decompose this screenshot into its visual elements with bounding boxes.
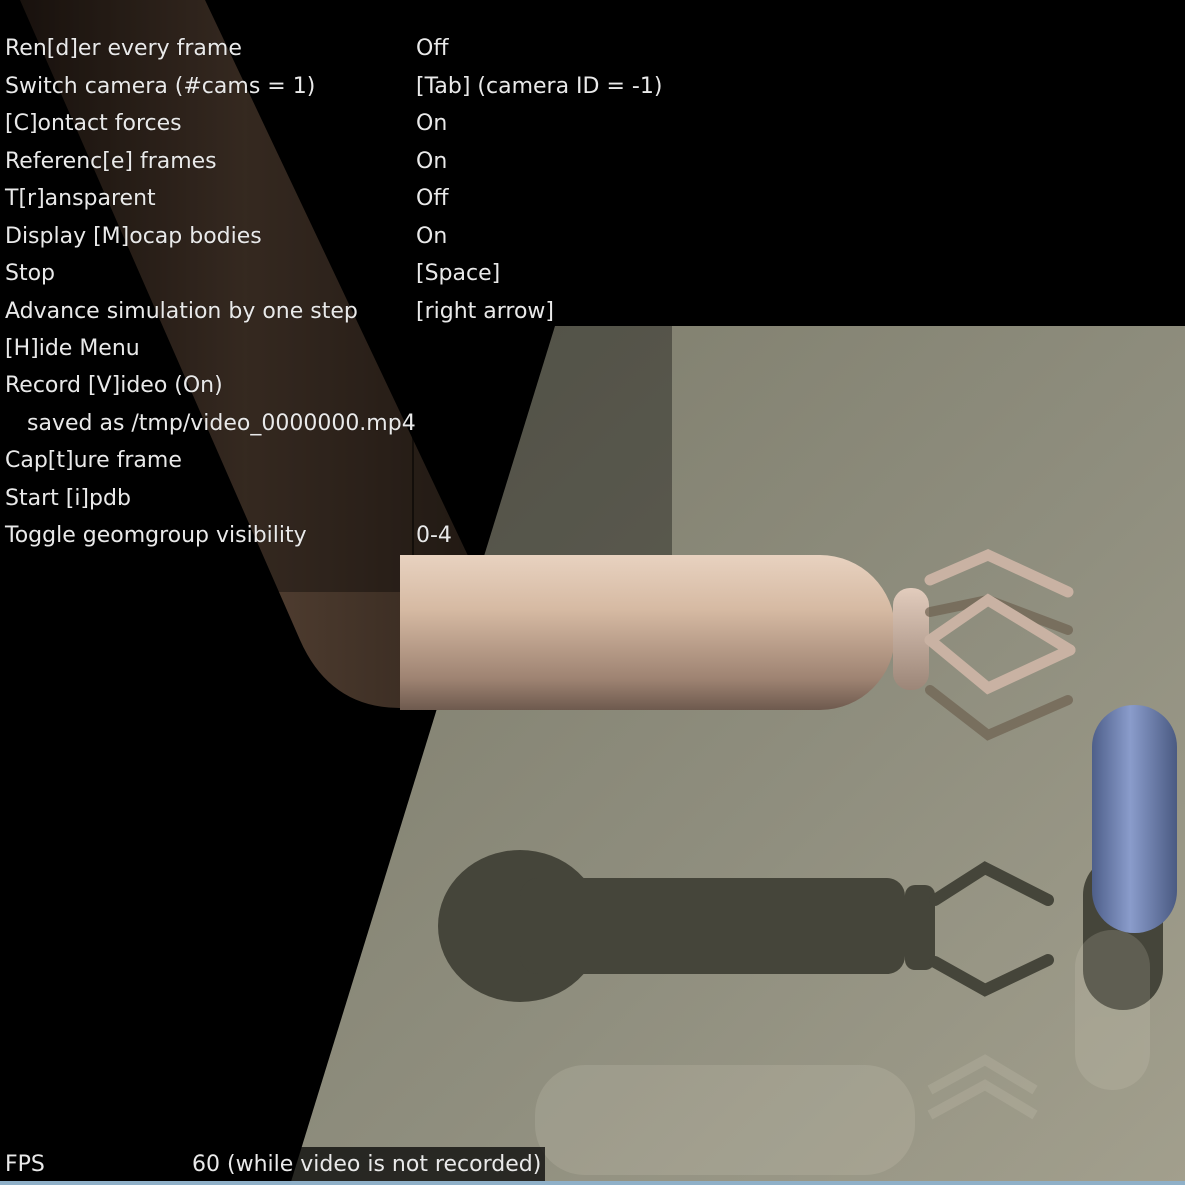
menu-item-reference-frames[interactable]: Referenc[e] frames On bbox=[0, 147, 700, 177]
menu-label: Referenc[e] frames bbox=[5, 149, 217, 174]
menu-value: Off bbox=[416, 36, 449, 61]
target-object bbox=[1092, 705, 1177, 933]
menu-label: Toggle geomgroup visibility bbox=[5, 523, 307, 548]
menu-label: Switch camera (#cams = 1) bbox=[5, 74, 316, 99]
menu-label: Cap[t]ure frame bbox=[5, 448, 182, 473]
menu-label: [C]ontact forces bbox=[5, 111, 182, 136]
menu-label: Stop bbox=[5, 261, 56, 286]
fps-status-bar: FPS 60 (while video is not recorded) bbox=[0, 1147, 545, 1183]
menu-item-stop[interactable]: Stop [Space] bbox=[0, 259, 700, 289]
menu-item-start-ipdb[interactable]: Start [i]pdb bbox=[0, 484, 700, 514]
menu-label: saved as /tmp/video_0000000.mp4 bbox=[27, 411, 416, 436]
bottom-border bbox=[0, 1181, 1185, 1185]
scene-render bbox=[0, 0, 1185, 1185]
menu-label: Start [i]pdb bbox=[5, 486, 131, 511]
menu-label: Record [V]ideo (On) bbox=[5, 373, 223, 398]
fps-value: 60 (while video is not recorded) bbox=[192, 1152, 542, 1177]
menu-item-capture-frame[interactable]: Cap[t]ure frame bbox=[0, 446, 700, 476]
simulation-viewport[interactable]: Ren[d]er every frame Off Switch camera (… bbox=[0, 0, 1185, 1185]
menu-value: [right arrow] bbox=[416, 299, 555, 324]
menu-value: [Space] bbox=[416, 261, 501, 286]
fps-label: FPS bbox=[5, 1152, 45, 1177]
menu-value: On bbox=[416, 224, 448, 249]
menu-item-transparent[interactable]: T[r]ansparent Off bbox=[0, 184, 700, 214]
menu-item-render[interactable]: Ren[d]er every frame Off bbox=[0, 34, 700, 64]
menu-item-geomgroup[interactable]: Toggle geomgroup visibility 0-4 bbox=[0, 521, 700, 551]
menu-label: [H]ide Menu bbox=[5, 336, 140, 361]
menu-label: Ren[d]er every frame bbox=[5, 36, 242, 61]
menu-value: On bbox=[416, 111, 448, 136]
menu-item-hide-menu[interactable]: [H]ide Menu bbox=[0, 334, 700, 364]
menu-item-video-path: saved as /tmp/video_0000000.mp4 bbox=[0, 409, 700, 439]
menu-value: On bbox=[416, 149, 448, 174]
menu-label: Advance simulation by one step bbox=[5, 299, 358, 324]
menu-value: Off bbox=[416, 186, 449, 211]
menu-label: T[r]ansparent bbox=[5, 186, 156, 211]
menu-item-contact-forces[interactable]: [C]ontact forces On bbox=[0, 109, 700, 139]
menu-label: Display [M]ocap bodies bbox=[5, 224, 262, 249]
menu-value: 0-4 bbox=[416, 523, 452, 548]
menu-item-switch-camera[interactable]: Switch camera (#cams = 1) [Tab] (camera … bbox=[0, 72, 700, 102]
menu-item-advance-step[interactable]: Advance simulation by one step [right ar… bbox=[0, 297, 700, 327]
wrist-link bbox=[893, 588, 929, 690]
menu-value: [Tab] (camera ID = -1) bbox=[416, 74, 663, 99]
menu-item-mocap-bodies[interactable]: Display [M]ocap bodies On bbox=[0, 222, 700, 252]
menu-item-record-video[interactable]: Record [V]ideo (On) bbox=[0, 371, 700, 401]
